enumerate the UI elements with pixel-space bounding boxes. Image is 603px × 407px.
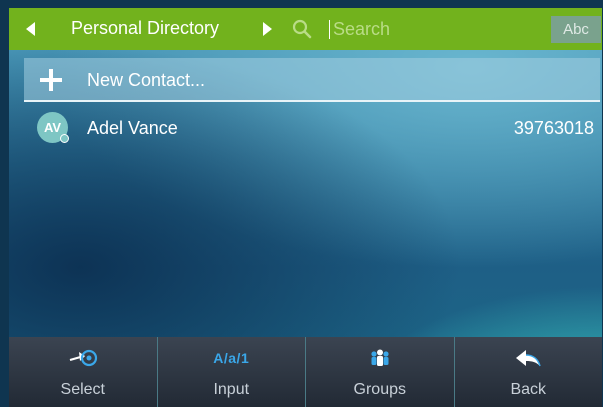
softkey-bar: Select A/a/1 Input Groups Back (9, 337, 602, 407)
input-label: Input (213, 381, 250, 398)
next-directory-arrow-icon[interactable] (263, 22, 272, 36)
groups-label: Groups (353, 381, 406, 398)
plus-icon (40, 69, 62, 91)
contact-number: 39763018 (513, 118, 594, 138)
new-contact-label: New Contact... (87, 70, 206, 90)
input-softkey[interactable]: A/a/1 Input (158, 337, 306, 407)
input-mode-icon: A/a/1 (213, 350, 250, 366)
back-label: Back (510, 381, 547, 398)
contact-name: Adel Vance (87, 118, 178, 138)
select-softkey[interactable]: Select (9, 337, 158, 407)
input-mode-indicator[interactable]: Abc (551, 16, 601, 43)
new-contact-row[interactable]: New Contact... (24, 58, 600, 102)
groups-softkey[interactable]: Groups (306, 337, 455, 407)
search-input[interactable] (327, 15, 547, 43)
directory-title: Personal Directory (71, 18, 220, 38)
search-icon (292, 19, 312, 39)
previous-directory-arrow-icon[interactable] (26, 22, 35, 36)
groups-icon (369, 347, 391, 369)
contact-row[interactable]: AV Adel Vance 39763018 (24, 108, 600, 148)
back-arrow-icon (514, 347, 542, 369)
select-arrow-icon (68, 347, 98, 369)
search-box (327, 15, 547, 43)
select-label: Select (60, 381, 105, 398)
presence-status-icon (60, 134, 69, 143)
phone-screen: Personal Directory Abc New Contact... AV… (9, 8, 602, 407)
top-bar: Personal Directory Abc (9, 8, 602, 50)
back-softkey[interactable]: Back (455, 337, 603, 407)
